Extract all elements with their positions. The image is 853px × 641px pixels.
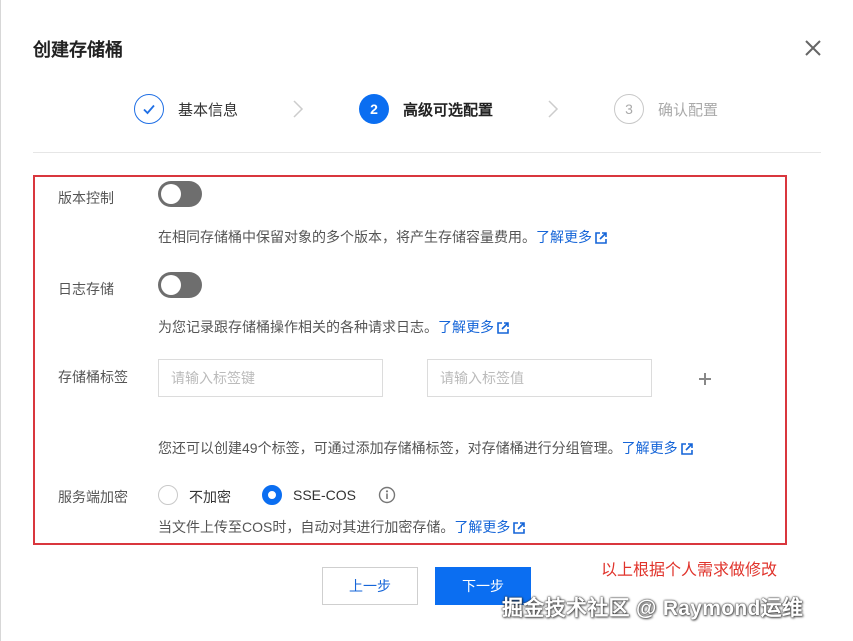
versioning-description: 在相同存储桶中保留对象的多个版本，将产生存储容量费用。了解更多	[158, 227, 607, 247]
step-number: 2	[359, 94, 389, 124]
external-link-icon	[595, 231, 607, 247]
logging-label: 日志存储	[58, 281, 114, 297]
watermark: 掘金技术社区 @ Raymond运维	[502, 597, 804, 620]
step-label: 高级可选配置	[403, 101, 494, 119]
divider	[33, 152, 821, 153]
radio-sse-cos[interactable]	[262, 485, 282, 505]
create-bucket-dialog: 创建存储桶 基本信息 2 高级可选配置 3 确认配置 版本控制 在相同存储桶中保…	[0, 0, 853, 641]
logging-learn-more-link[interactable]: 了解更多	[438, 319, 509, 335]
step-advanced-config: 2 高级可选配置	[359, 93, 493, 125]
encryption-learn-more-link[interactable]: 了解更多	[454, 519, 526, 537]
dialog-edge	[0, 0, 1, 641]
step-label: 基本信息	[178, 101, 239, 119]
close-icon[interactable]	[801, 36, 825, 60]
info-icon[interactable]	[378, 486, 396, 504]
tag-key-input[interactable]	[158, 359, 383, 397]
dialog-title: 创建存储桶	[33, 40, 123, 60]
logging-toggle[interactable]	[158, 272, 202, 298]
logging-description: 为您记录跟存储桶操作相关的各种请求日志。了解更多	[158, 317, 509, 337]
encryption-label: 服务端加密	[58, 489, 128, 505]
step-label: 确认配置	[658, 101, 719, 119]
radio-label-sse-cos[interactable]: SSE-COS	[293, 487, 356, 503]
annotation-note: 以上根据个人需求做修改	[601, 562, 778, 579]
external-link-icon	[680, 442, 693, 458]
versioning-toggle[interactable]	[158, 181, 202, 207]
radio-no-encryption[interactable]	[158, 485, 178, 505]
radio-label-no-encryption[interactable]: 不加密	[189, 487, 231, 507]
encryption-description: 当文件上传至COS时，自动对其进行加密存储。了解更多	[158, 517, 526, 537]
step-basic-info: 基本信息	[134, 93, 238, 125]
external-link-icon	[513, 521, 526, 537]
tag-value-input[interactable]	[427, 359, 652, 397]
prev-step-button[interactable]: 上一步	[322, 567, 418, 605]
chevron-right-icon	[292, 99, 304, 119]
plus-icon[interactable]	[696, 370, 714, 388]
versioning-label: 版本控制	[58, 190, 114, 206]
step-confirm-config: 3 确认配置	[614, 93, 718, 125]
tags-label: 存储桶标签	[58, 369, 128, 385]
step-number: 3	[614, 94, 644, 124]
tags-description: 您还可以创建49个标签，可通过添加存储桶标签，对存储桶进行分组管理。了解更多	[158, 438, 693, 458]
external-link-icon	[497, 321, 509, 337]
check-icon	[134, 94, 164, 124]
tags-learn-more-link[interactable]: 了解更多	[622, 440, 693, 456]
chevron-right-icon	[547, 99, 559, 119]
versioning-learn-more-link[interactable]: 了解更多	[536, 229, 607, 245]
